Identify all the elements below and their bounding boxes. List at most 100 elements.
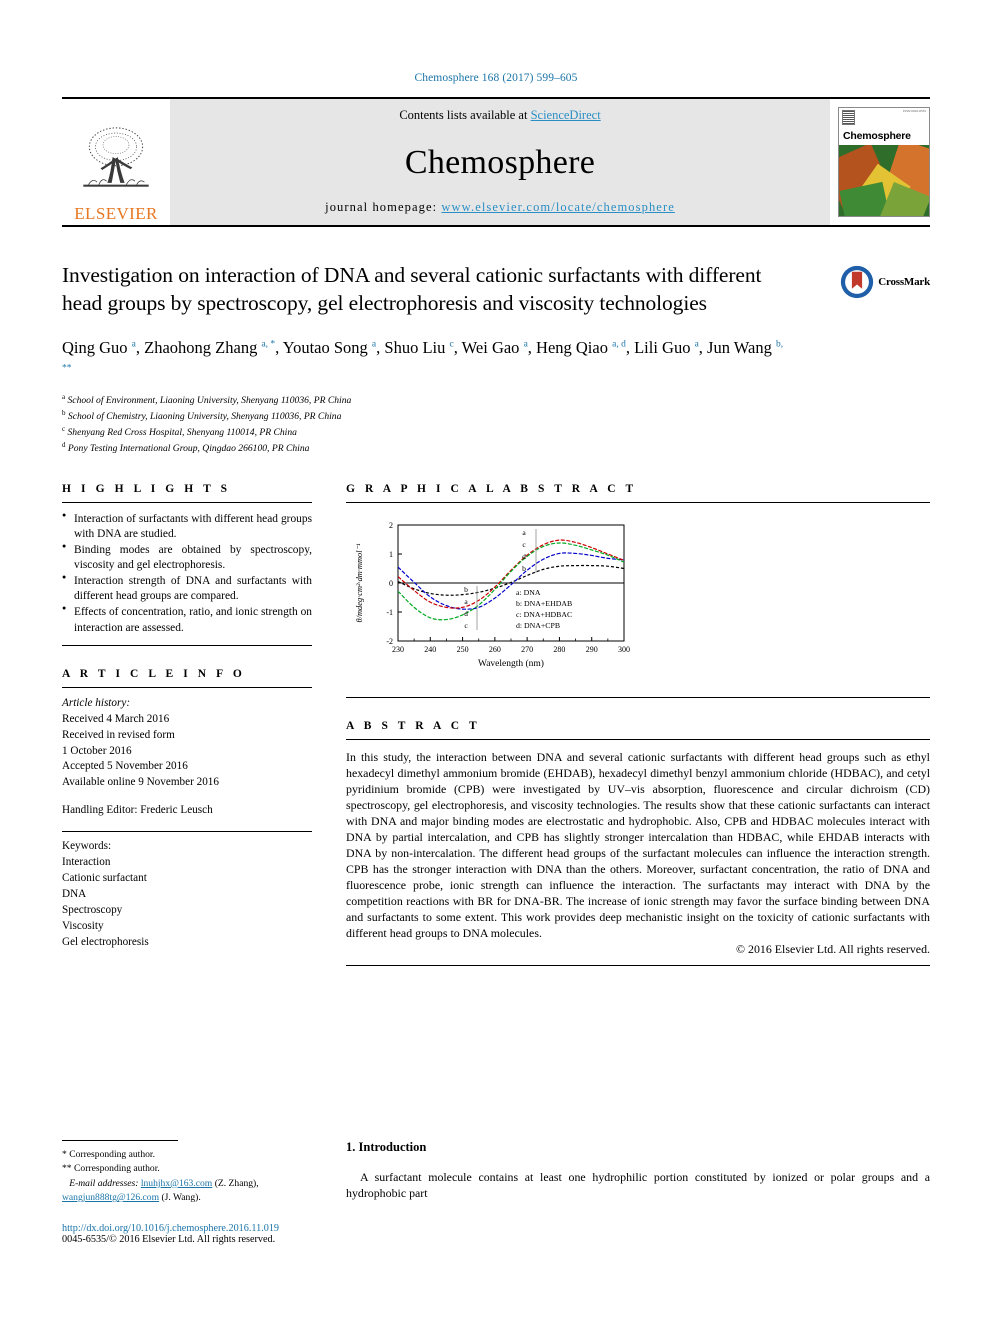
handling-editor: Handling Editor: Frederic Leusch — [62, 804, 213, 817]
introduction-paragraph: A surfactant molecule contains at least … — [346, 1170, 930, 1201]
legend-entry-c: c: DNA+HDBAC — [516, 610, 572, 619]
keyword-item: Interaction — [62, 856, 111, 869]
keywords-block: Keywords: Interaction Cationic surfactant… — [62, 832, 312, 950]
cover-publisher-icon — [842, 110, 855, 125]
article-history-line: Received 4 March 2016 — [62, 712, 170, 725]
email-link-wang[interactable]: wangjun888tg@126.com — [62, 1192, 159, 1203]
page-footer: * Corresponding author. ** Corresponding… — [62, 1140, 930, 1245]
corresponding-author-2: ** Corresponding author. — [62, 1162, 312, 1176]
abstract-heading: A B S T R A C T — [346, 719, 481, 732]
y-tick-label: 0 — [389, 579, 393, 588]
article-history-label: Article history: — [62, 696, 131, 709]
affiliation-d: d Pony Testing International Group, Qing… — [62, 441, 310, 455]
keyword-item: Gel electrophoresis — [62, 935, 149, 948]
footer-right: 1. Introduction A surfactant molecule co… — [346, 1140, 930, 1245]
email-link-zhang[interactable]: lnuhjhx@163.com — [141, 1178, 212, 1189]
journal-cover-thumbnail: ISSN 0045-6535 Chemosphere — [838, 107, 930, 217]
journal-homepage-link[interactable]: www.elsevier.com/locate/chemosphere — [441, 200, 674, 214]
highlights-list: Interaction of surfactants with differen… — [62, 503, 312, 645]
y-tick-label: -1 — [386, 608, 393, 617]
right-column: G R A P H I C A L A B S T R A C T -2 -1 0 1… — [346, 483, 930, 966]
affiliation-c: c Shenyang Red Cross Hospital, Shenyang … — [62, 425, 297, 439]
article-history-line: 1 October 2016 — [62, 744, 132, 757]
corr2-text: ** Corresponding author. — [62, 1163, 160, 1175]
abstract-text: In this study, the interaction between D… — [346, 749, 930, 940]
title-column: Investigation on interaction of DNA and … — [62, 261, 838, 317]
keyword-item: Cationic surfactant — [62, 871, 147, 884]
article-page: Chemosphere 168 (2017) 599–605 ELSEVIER … — [0, 0, 992, 1323]
top-annotation-a: a — [522, 528, 526, 537]
article-history-line: Received in revised form — [62, 728, 175, 741]
x-tick-label: 230 — [392, 645, 404, 654]
email2-attribution: (J. Wang). — [161, 1192, 201, 1204]
doi-link[interactable]: http://dx.doi.org/10.1016/j.chemosphere.… — [62, 1223, 279, 1234]
highlight-item: Effects of concentration, ratio, and ion… — [62, 604, 312, 635]
contents-prefix: Contents lists available at — [399, 108, 531, 122]
crossmark-badge[interactable]: CrossMark — [838, 261, 930, 317]
corresponding-author-1: * Corresponding author. — [62, 1148, 312, 1162]
series-line-4 — [398, 541, 624, 620]
x-tick-label: 240 — [424, 645, 436, 654]
cd-spectrum-chart: -2 -1 0 1 2 230 240 250 260 270 280 290 300 Wavelengt… — [346, 513, 642, 689]
footer-left: * Corresponding author. ** Corresponding… — [62, 1140, 312, 1245]
article-history-lines: Received 4 March 2016 Received in revised… — [62, 712, 312, 792]
x-tick-label: 260 — [489, 645, 501, 654]
top-annotation-c: c — [522, 540, 526, 549]
keyword-item: DNA — [62, 887, 87, 900]
bottom-annotation-c: c — [464, 621, 468, 630]
article-history-line: Accepted 5 November 2016 — [62, 760, 188, 773]
content-columns: H I G H L I G H T S Interaction of surfa… — [62, 483, 930, 966]
journal-name: Chemosphere — [404, 143, 596, 181]
bottom-annotation-d: d — [464, 609, 468, 618]
keywords-label: Keywords: — [62, 840, 112, 853]
cover-artwork — [839, 145, 929, 216]
affiliation-list: a School of Environment, Liaoning Univer… — [62, 392, 930, 456]
legend-entry-b: b: DNA+EHDAB — [516, 599, 572, 608]
x-tick-label: 300 — [618, 645, 630, 654]
sciencedirect-link[interactable]: ScienceDirect — [531, 108, 601, 122]
x-tick-label: 250 — [457, 645, 469, 654]
series-line-2 — [398, 551, 624, 610]
bottom-annotation-b: b — [464, 585, 468, 594]
cd-spectrum-svg: -2-1012230 240 250 260 270 280 290 300Wavelengt… — [355, 521, 630, 669]
highlights-heading: H I G H L I G H T S — [62, 482, 231, 495]
cover-top-row: ISSN 0045-6535 — [839, 108, 929, 130]
issn-copyright-line: 0045-6535/© 2016 Elsevier Ltd. All right… — [62, 1233, 276, 1245]
x-tick-label: 290 — [586, 645, 598, 654]
affiliation-a: a School of Environment, Liaoning Univer… — [62, 393, 352, 407]
elsevier-wordmark: ELSEVIER — [74, 204, 158, 223]
author-list: Qing Guo a, Zhaohong Zhang a, *, Youtao … — [62, 338, 784, 374]
top-annotation-b: b — [522, 564, 526, 573]
x-tick-label: 270 — [521, 645, 533, 654]
y-tick-label: 2 — [389, 521, 393, 530]
elsevier-tree-icon — [83, 127, 149, 187]
journal-band: Contents lists available at ScienceDirec… — [170, 99, 830, 225]
cover-journal-title: Chemosphere — [843, 130, 911, 142]
email-addresses: E-mail addresses: lnuhjhx@163.com (Z. Zh… — [62, 1177, 312, 1206]
x-axis-label: Wavelength (nm) — [478, 658, 544, 669]
legend-entry-d: d: DNA+CPB — [516, 621, 560, 630]
email-label: E-mail addresses: — [69, 1177, 139, 1189]
y-axis-label: θ/mdeg·cm²·dm·mmol⁻¹ — [355, 543, 364, 622]
highlight-item: Interaction strength of DNA and surfacta… — [62, 573, 312, 604]
bottom-annotation-a: a — [464, 597, 468, 606]
affiliation-b: b School of Chemistry, Liaoning Universi… — [62, 409, 342, 423]
doi-line[interactable]: http://dx.doi.org/10.1016/j.chemosphere.… — [62, 1223, 312, 1234]
footnote-rule — [62, 1140, 178, 1141]
graphical-abstract-heading: G R A P H I C A L A B S T R A C T — [346, 482, 637, 495]
article-history-block: Article history: Received 4 March 2016 Re… — [62, 688, 312, 819]
graphical-abstract-figure: -2 -1 0 1 2 230 240 250 260 270 280 290 300 Wavelengt… — [346, 503, 930, 697]
highlight-item: Binding modes are obtained by spectrosco… — [62, 542, 312, 573]
contents-line: Contents lists available at ScienceDirec… — [399, 108, 600, 123]
abstract-bottom-rule — [346, 964, 930, 966]
x-tick-label: 280 — [553, 645, 565, 654]
highlight-item: Interaction of surfactants with differen… — [62, 511, 312, 542]
corr1-text: * Corresponding author. — [62, 1149, 155, 1160]
crossmark-label: CrossMark — [878, 276, 930, 288]
crossmark-icon — [841, 265, 874, 299]
abstract-copyright: © 2016 Elsevier Ltd. All rights reserved… — [736, 941, 930, 956]
page-title: Investigation on interaction of DNA and … — [62, 263, 762, 316]
y-tick-label: 1 — [389, 550, 393, 559]
keywords-lines: Interaction Cationic surfactant DNA Spectro… — [62, 855, 312, 950]
homepage-line: journal homepage: www.elsevier.com/locat… — [325, 200, 675, 215]
